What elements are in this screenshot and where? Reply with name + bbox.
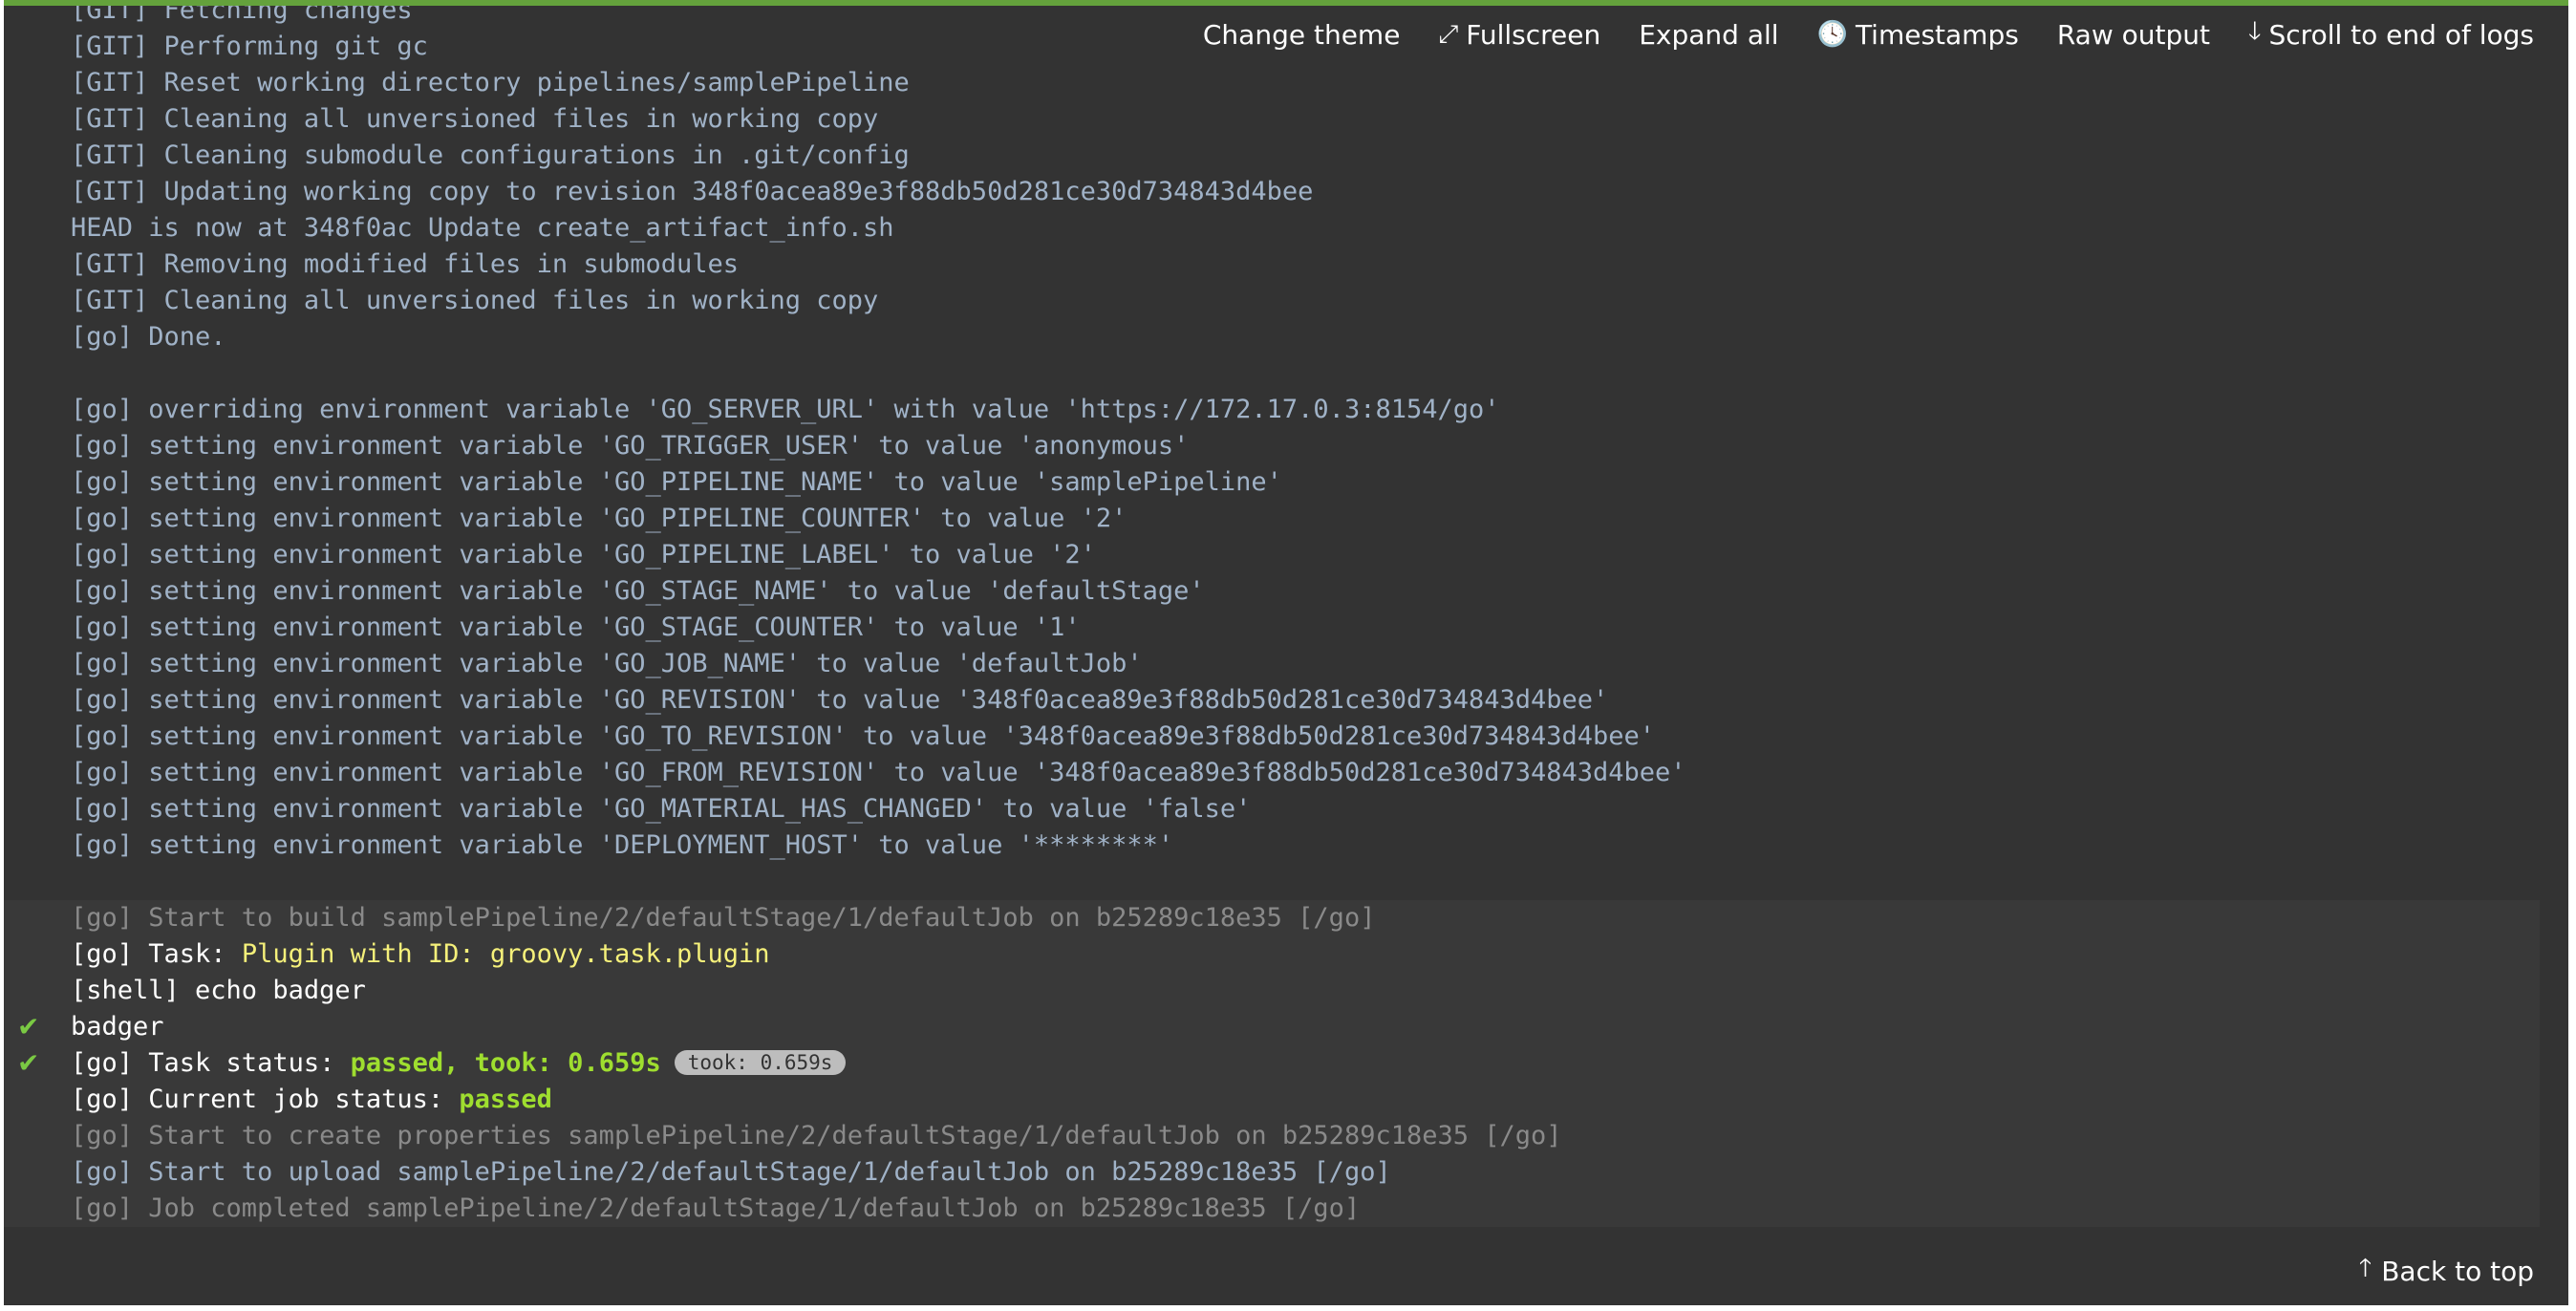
log-line: [go] setting environment variable 'GO_FR… — [71, 758, 1686, 787]
task-line: [go] Task: Plugin with ID: groovy.task.p… — [4, 936, 2540, 973]
log-line: [go] setting environment variable 'GO_ST… — [71, 613, 1081, 642]
expand-all-label: Expand all — [1639, 18, 1779, 51]
log-line: [go] setting environment variable 'GO_PI… — [71, 504, 1127, 533]
log-line: [go] setting environment variable 'GO_ST… — [71, 576, 1205, 606]
task-status-value: passed, took: 0.659s — [350, 1048, 661, 1078]
job-status-prefix: [go] Current job status: — [71, 1085, 460, 1114]
job-status-line: [go] Current job status: passed — [4, 1082, 2540, 1118]
change-theme-button[interactable]: Change theme — [1203, 13, 1401, 55]
log-line: [go] setting environment variable 'GO_TR… — [71, 431, 1190, 461]
create-properties-line: [go] Start to create properties samplePi… — [71, 1121, 1562, 1150]
scroll-to-end-label: Scroll to end of logs — [2268, 18, 2534, 51]
checkmark-icon: ✔ — [17, 1011, 40, 1042]
log-line: HEAD is now at 348f0ac Update create_art… — [71, 213, 894, 243]
back-to-top-button[interactable]: 🡑 Back to top — [2359, 1250, 2534, 1292]
fullscreen-button[interactable]: ⤢ Fullscreen — [1438, 13, 1600, 55]
clock-icon: 🕓 — [1816, 20, 1848, 49]
arrow-down-icon: 🡓 — [2247, 17, 2262, 46]
output-line: ✔ badger — [4, 1009, 2540, 1045]
log-line: [go] setting environment variable 'GO_MA… — [71, 794, 1252, 824]
task-name: Plugin with ID: groovy.task.plugin — [241, 939, 770, 969]
log-line: [go] setting environment variable 'GO_JO… — [71, 649, 1143, 678]
shell-command-line: [shell] echo badger — [71, 976, 366, 1005]
took-badge: took: 0.659s — [674, 1049, 847, 1075]
upload-line: [go] Start to upload samplePipeline/2/de… — [71, 1157, 1391, 1187]
timestamps-label: Timestamps — [1855, 18, 2019, 51]
log-line: [GIT] Cleaning all unversioned files in … — [71, 286, 879, 315]
task-section[interactable]: [go] Start to build samplePipeline/2/def… — [4, 900, 2540, 1227]
console-toolbar: Change theme ⤢ Fullscreen Expand all 🕓 T… — [1203, 13, 2534, 55]
task-status-line: ✔ [go] Task status: passed, took: 0.659s t… — [4, 1045, 2540, 1082]
log-line: [GIT] Removing modified files in submodu… — [71, 249, 739, 279]
start-build-line: [go] Start to build samplePipeline/2/def… — [71, 903, 1376, 933]
timestamps-button[interactable]: 🕓 Timestamps — [1817, 13, 2019, 55]
checkmark-icon: ✔ — [17, 1047, 40, 1079]
task-status-prefix: [go] Task status: — [71, 1048, 351, 1078]
expand-arrows-icon: ⤢ — [1438, 19, 1459, 49]
raw-output-label: Raw output — [2056, 18, 2210, 51]
log-line: [go] setting environment variable 'GO_PI… — [71, 467, 1282, 497]
log-line: [go] setting environment variable 'GO_RE… — [71, 685, 1609, 715]
job-status-value: passed — [459, 1085, 552, 1114]
log-line: [go] overriding environment variable 'GO… — [71, 395, 1500, 424]
arrow-up-icon: 🡑 — [2358, 1254, 2372, 1282]
raw-output-button[interactable]: Raw output — [2057, 13, 2210, 55]
back-to-top-label: Back to top — [2381, 1255, 2534, 1287]
log-line: [GIT] Reset working directory pipelines/… — [71, 68, 910, 97]
log-line: [GIT] Cleaning submodule configurations … — [71, 140, 910, 170]
log-lines: [GIT] Fetching changes [GIT] Performing … — [4, 6, 2568, 1227]
log-line: [go] setting environment variable 'GO_PI… — [71, 540, 1096, 570]
expand-all-button[interactable]: Expand all — [1639, 13, 1778, 55]
log-line: [GIT] Updating working copy to revision … — [71, 177, 1314, 206]
console-log: Change theme ⤢ Fullscreen Expand all 🕓 T… — [4, 0, 2568, 1305]
output-text: badger — [71, 1012, 164, 1042]
log-line: [go] setting environment variable 'GO_TO… — [71, 721, 1656, 751]
task-prefix: [go] Task: — [71, 939, 242, 969]
log-line: [GIT] Cleaning all unversioned files in … — [71, 104, 879, 134]
scroll-to-end-button[interactable]: 🡓 Scroll to end of logs — [2248, 13, 2534, 55]
log-line: [go] Done. — [71, 322, 226, 352]
job-completed-line: [go] Job completed samplePipeline/2/defa… — [71, 1193, 1361, 1223]
change-theme-label: Change theme — [1202, 18, 1401, 51]
log-line: [go] setting environment variable 'DEPLO… — [71, 830, 1174, 860]
fullscreen-label: Fullscreen — [1466, 18, 1601, 51]
